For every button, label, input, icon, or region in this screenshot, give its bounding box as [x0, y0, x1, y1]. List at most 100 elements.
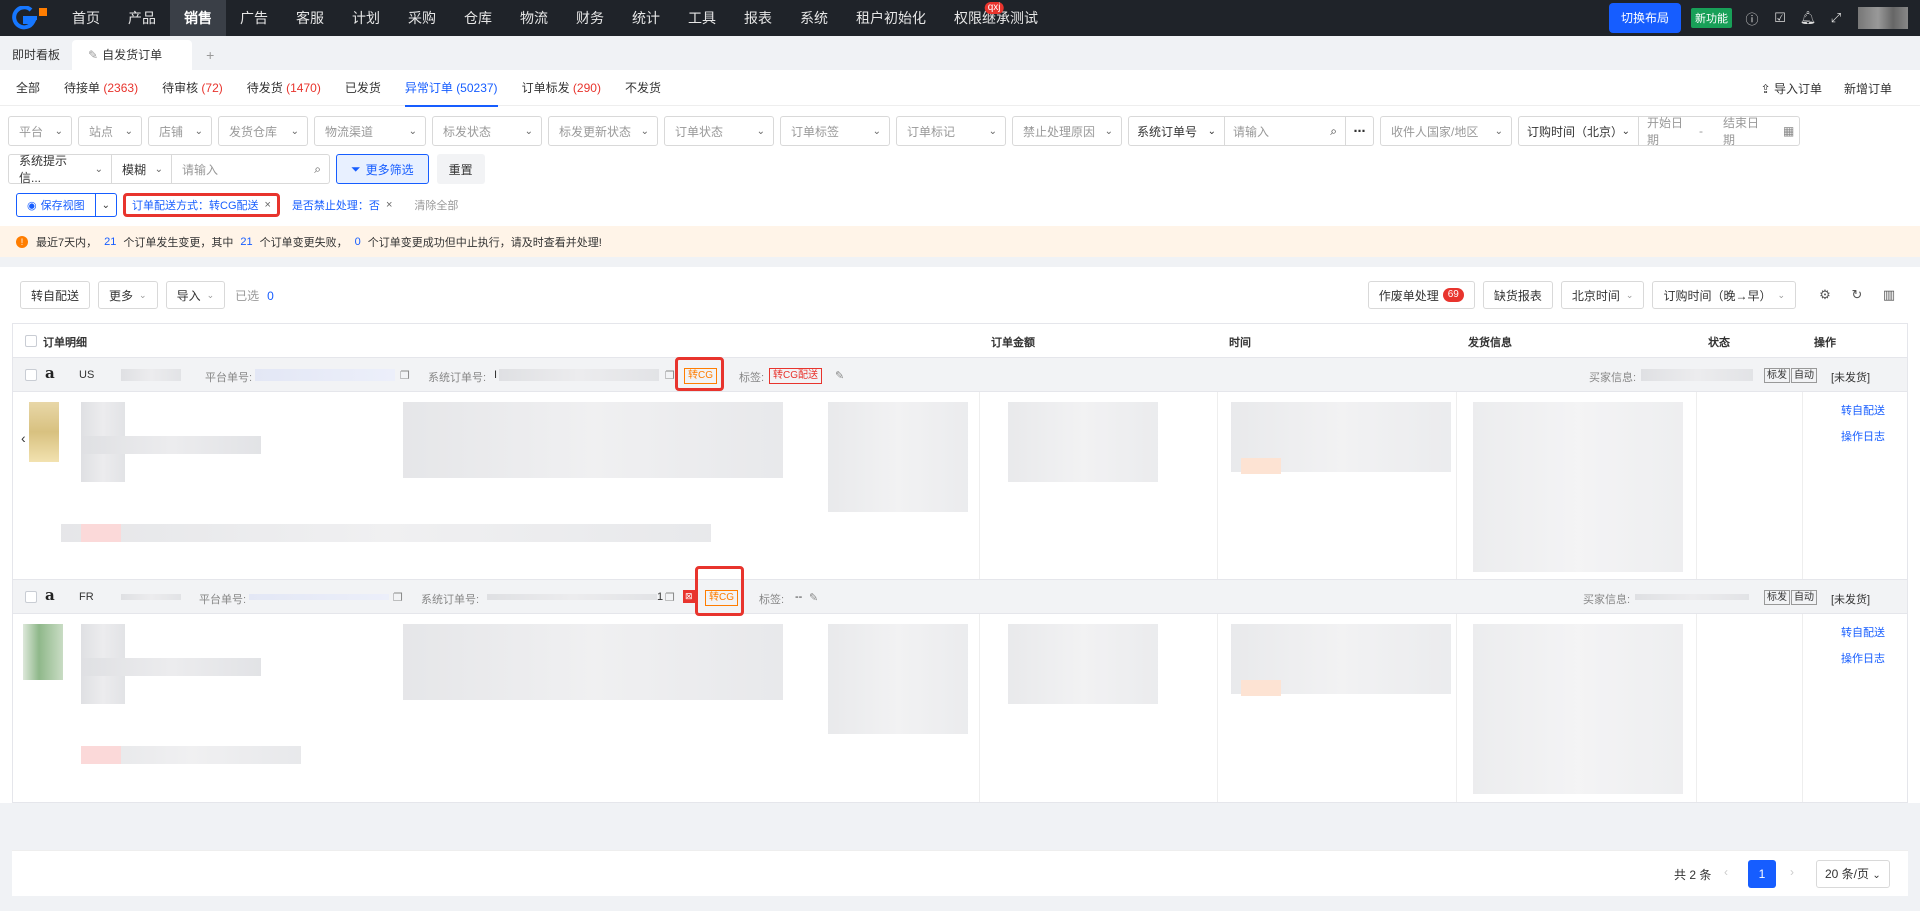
tab-no-ship[interactable]: 不发货: [625, 70, 661, 106]
timezone-select[interactable]: 北京时间 ⌄: [1560, 281, 1645, 309]
filter-logistics-channel[interactable]: 物流渠道 ⌄: [314, 116, 426, 146]
alert-count-failed[interactable]: 21: [240, 236, 252, 248]
order-number-input[interactable]: 请输入 ⌕: [1225, 117, 1345, 145]
nav-finance[interactable]: 财务: [562, 0, 618, 36]
copy-icon[interactable]: ❐: [393, 591, 403, 604]
end-date-input[interactable]: 结束日期: [1715, 116, 1775, 147]
new-feature-badge[interactable]: 新功能: [1691, 8, 1732, 28]
logo[interactable]: [0, 0, 58, 36]
tab-pending-accept[interactable]: 待接单 (2363): [64, 70, 138, 106]
nav-purchase[interactable]: 采购: [394, 0, 450, 36]
gear-icon[interactable]: ⚙: [1814, 287, 1836, 303]
info-icon[interactable]: ⓘ: [1740, 6, 1764, 30]
nav-ads[interactable]: 广告: [226, 0, 282, 36]
filter-mark-status[interactable]: 标发状态 ⌄: [432, 116, 542, 146]
nav-stats[interactable]: 统计: [618, 0, 674, 36]
prev-page-icon[interactable]: ‹: [1724, 865, 1728, 879]
filter-order-flag[interactable]: 订单标记 ⌄: [896, 116, 1006, 146]
nav-permission-test[interactable]: qxj 权限继承测试: [940, 0, 1052, 36]
filter-block-reason[interactable]: 禁止处理原因 ⌄: [1012, 116, 1122, 146]
void-order-button[interactable]: 作废单处理 69: [1367, 281, 1475, 309]
nav-tenant-init[interactable]: 租户初始化: [842, 0, 940, 36]
filter-mark-update-status[interactable]: 标发更新状态 ⌄: [548, 116, 658, 146]
tab-pending-ship[interactable]: 待发货 (1470): [247, 70, 321, 106]
operation-log-link[interactable]: 操作日志: [1841, 428, 1885, 444]
select-all-checkbox[interactable]: [25, 335, 37, 347]
task-icon[interactable]: ☑: [1768, 6, 1792, 30]
alert-count-aborted[interactable]: 0: [355, 236, 361, 248]
transfer-self-delivery-link[interactable]: 转自配送: [1841, 624, 1885, 640]
filter-chip-delivery-method[interactable]: 订单配送方式：转CG配送 ×: [123, 193, 280, 217]
more-filters-button[interactable]: ⏷ 更多筛选: [336, 154, 429, 184]
tab-abnormal[interactable]: 异常订单 (50237): [404, 70, 498, 107]
switch-layout-button[interactable]: 切换布局: [1608, 3, 1681, 33]
filter-order-status[interactable]: 订单状态 ⌄: [664, 116, 774, 146]
chevron-left-icon[interactable]: ‹: [21, 430, 26, 446]
filter-platform[interactable]: 平台 ⌄: [8, 116, 72, 146]
nav-service[interactable]: 客服: [282, 0, 338, 36]
page-number[interactable]: 1: [1748, 860, 1776, 888]
edit-icon[interactable]: ✎: [809, 591, 818, 604]
edit-icon[interactable]: ✎: [835, 369, 844, 382]
row-checkbox[interactable]: [25, 369, 37, 381]
more-actions-button[interactable]: 更多 ⌄: [98, 281, 158, 309]
calendar-icon[interactable]: ▦: [1775, 117, 1799, 145]
fullscreen-icon[interactable]: ⤢: [1824, 6, 1848, 30]
missing-report-button[interactable]: 缺货报表: [1482, 281, 1553, 309]
bell-icon[interactable]: 🔔︎: [1796, 6, 1820, 30]
import-order-button[interactable]: ⇪ 导入订单: [1761, 80, 1822, 97]
order-number-type-select[interactable]: 系统订单号 ⌄: [1129, 117, 1225, 145]
reset-button[interactable]: 重置: [436, 154, 485, 184]
nav-plan[interactable]: 计划: [338, 0, 394, 36]
match-mode-select[interactable]: 模糊 ⌄: [112, 154, 172, 184]
nav-tools[interactable]: 工具: [674, 0, 730, 36]
nav-reports[interactable]: 报表: [730, 0, 786, 36]
copy-icon[interactable]: ❐: [665, 591, 675, 604]
sort-select[interactable]: 订购时间（晚→早） ⌄: [1652, 281, 1796, 309]
alert-count-changed[interactable]: 21: [104, 236, 116, 248]
filter-recipient-country[interactable]: 收件人国家/地区 ⌄: [1380, 116, 1512, 146]
filter-system-hint[interactable]: 系统提示信... ⌄: [8, 154, 112, 185]
time-type-select[interactable]: 订购时间（北京） ⌄: [1519, 117, 1639, 145]
filter-order-tag[interactable]: 订单标签 ⌄: [780, 116, 890, 146]
import-button[interactable]: 导入 ⌄: [165, 281, 226, 309]
filter-shop[interactable]: 店铺 ⌄: [148, 116, 212, 146]
filter-warehouse[interactable]: 发货仓库 ⌄: [218, 116, 308, 146]
user-avatar[interactable]: [1858, 7, 1908, 29]
next-page-icon[interactable]: ›: [1790, 865, 1794, 879]
close-icon[interactable]: ×: [386, 199, 392, 211]
close-icon[interactable]: ×: [265, 199, 271, 211]
add-tab-icon[interactable]: +: [192, 40, 228, 70]
nav-home[interactable]: 首页: [58, 0, 114, 36]
columns-icon[interactable]: ▥: [1878, 287, 1900, 303]
nav-product[interactable]: 产品: [114, 0, 170, 36]
clear-all-link[interactable]: 清除全部: [414, 197, 458, 213]
new-order-button[interactable]: 新增订单: [1844, 80, 1892, 97]
keyword-input[interactable]: 请输入 ⌕: [172, 154, 330, 184]
operation-log-link[interactable]: 操作日志: [1841, 650, 1885, 666]
tab-order-mark[interactable]: 订单标发 (290): [522, 70, 601, 106]
tab-shipped[interactable]: 已发货: [345, 70, 381, 106]
copy-icon[interactable]: ❐: [400, 369, 410, 382]
filter-site[interactable]: 站点 ⌄: [78, 116, 142, 146]
page-tab-dashboard[interactable]: 即时看板: [0, 40, 72, 70]
nav-sales[interactable]: 销售: [170, 0, 226, 36]
transfer-self-delivery-link[interactable]: 转自配送: [1841, 402, 1885, 418]
tab-all[interactable]: 全部: [16, 70, 40, 106]
tab-pending-review[interactable]: 待审核 (72): [162, 70, 223, 106]
page-tab-self-ship-orders[interactable]: ✎ 自发货订单: [72, 40, 193, 70]
start-date-input[interactable]: 开始日期: [1639, 116, 1699, 147]
nav-warehouse[interactable]: 仓库: [450, 0, 506, 36]
nav-system[interactable]: 系统: [786, 0, 842, 36]
nav-logistics[interactable]: 物流: [506, 0, 562, 36]
refresh-icon[interactable]: ↻: [1846, 287, 1868, 303]
filter-chip-blocked[interactable]: 是否禁止处理：否 ×: [286, 193, 398, 217]
more-options-icon[interactable]: ⋯: [1345, 117, 1373, 145]
page-size-select[interactable]: 20 条/页 ⌄: [1816, 860, 1890, 888]
transfer-self-delivery-button[interactable]: 转自配送: [20, 281, 91, 309]
copy-icon[interactable]: ❐: [665, 369, 675, 382]
save-view-dropdown[interactable]: ⌄: [96, 194, 116, 216]
search-icon[interactable]: ⌕: [314, 162, 321, 177]
save-view-button[interactable]: ◉ 保存视图: [17, 194, 96, 216]
row-checkbox[interactable]: [25, 591, 37, 603]
